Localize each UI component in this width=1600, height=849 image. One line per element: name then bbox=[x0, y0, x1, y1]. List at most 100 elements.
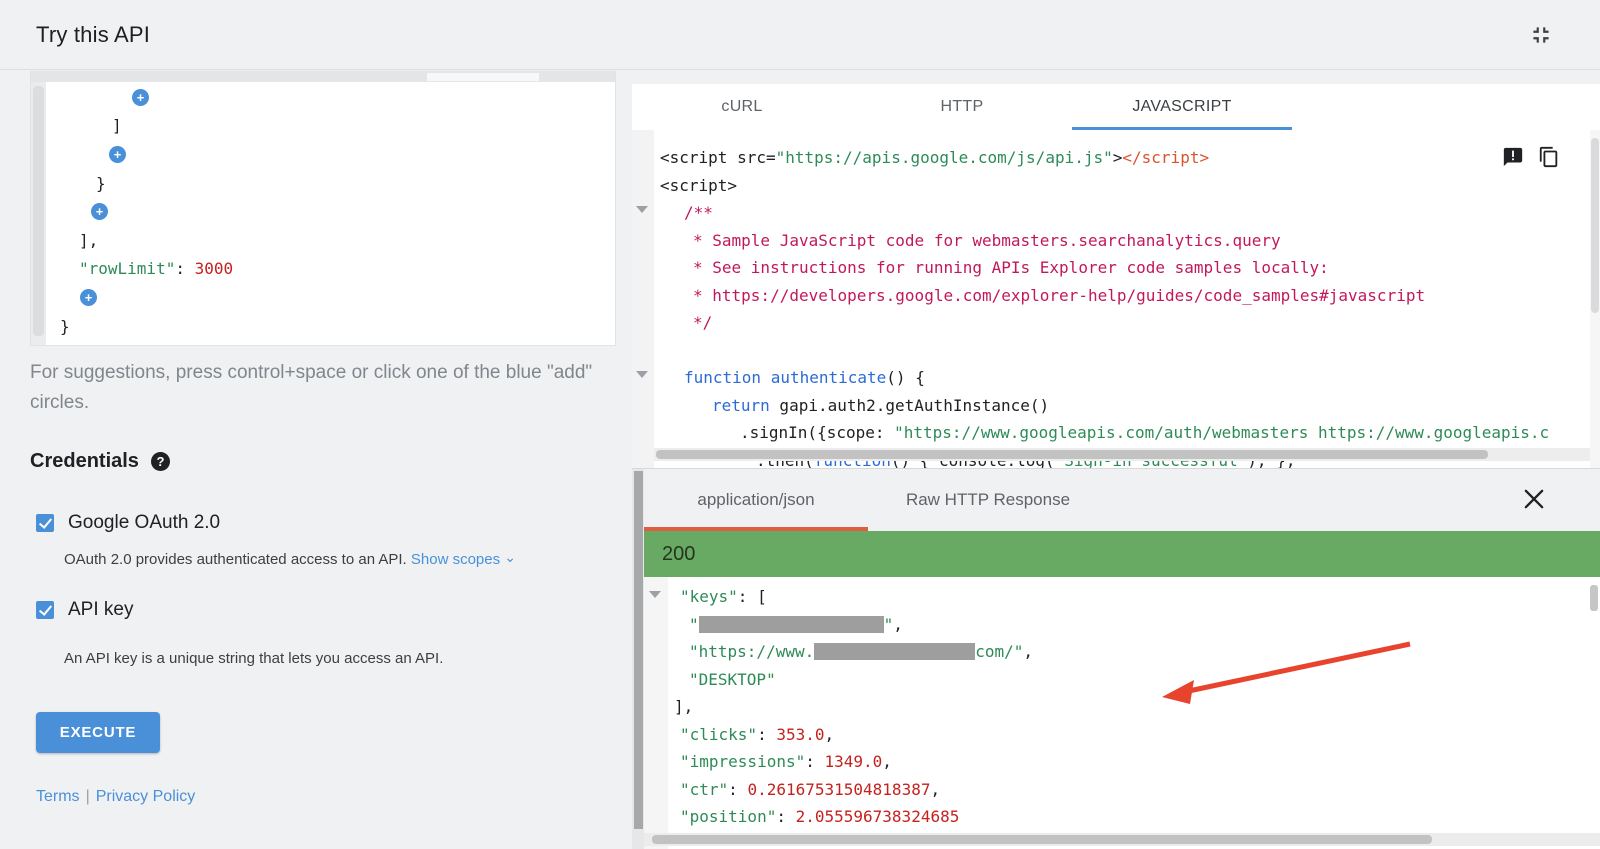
code-token: 0.26167531504818387 bbox=[747, 780, 930, 799]
code-sample-panel: <script src="https://apis.google.com/js/… bbox=[632, 130, 1600, 468]
editor-line: } bbox=[47, 169, 615, 198]
tab-http[interactable]: HTTP bbox=[852, 84, 1072, 130]
code-token: : bbox=[805, 752, 824, 771]
tab-raw-http-response[interactable]: Raw HTTP Response bbox=[868, 469, 1108, 530]
fold-triangle-icon[interactable] bbox=[636, 371, 648, 378]
tab-javascript[interactable]: JAVASCRIPT bbox=[1072, 84, 1292, 130]
code-line: return gapi.auth2.getAuthInstance() bbox=[660, 392, 1600, 420]
code-token: "DESKTOP" bbox=[689, 670, 776, 689]
response-body: "keys": ["","https://www.com/","DESKTOP"… bbox=[644, 577, 1600, 849]
response-left-scrollbar[interactable] bbox=[632, 469, 644, 849]
red-arrow-annotation bbox=[1152, 634, 1422, 714]
code-token: , bbox=[893, 615, 903, 634]
suggestions-hint-text: For suggestions, press control+space or … bbox=[30, 358, 600, 418]
feedback-icon[interactable] bbox=[1502, 146, 1524, 168]
response-line: " ", bbox=[644, 611, 1600, 639]
code-token: : [ bbox=[738, 587, 767, 606]
code-token: "ctr" bbox=[680, 780, 728, 799]
code-line: /** bbox=[660, 199, 1600, 227]
editor-line: ] bbox=[47, 112, 615, 141]
code-token: " bbox=[884, 615, 894, 634]
code-line bbox=[660, 337, 1600, 365]
collapse-panel-icon[interactable] bbox=[1528, 22, 1554, 48]
help-icon[interactable]: ? bbox=[151, 452, 170, 471]
code-token: * Sample JavaScript code for webmasters.… bbox=[693, 231, 1281, 250]
code-line: <script src="https://apis.google.com/js/… bbox=[660, 144, 1600, 172]
tab-application-json[interactable]: application/json bbox=[644, 469, 868, 530]
api-key-label: API key bbox=[68, 599, 133, 621]
api-key-checkbox[interactable] bbox=[36, 601, 54, 619]
code-token: : bbox=[728, 780, 747, 799]
response-line: "DESKTOP" bbox=[644, 666, 1600, 694]
code-token: 1349.0 bbox=[825, 752, 883, 771]
code-token: " bbox=[689, 615, 699, 634]
code-fold-gutter bbox=[632, 130, 654, 468]
oauth-label: Google OAuth 2.0 bbox=[68, 512, 220, 534]
code-line: function authenticate() { bbox=[660, 364, 1600, 392]
response-line: ], bbox=[644, 693, 1600, 721]
code-horizontal-scrollbar[interactable] bbox=[654, 448, 1600, 461]
code-token: () { bbox=[886, 368, 925, 387]
code-token: function bbox=[684, 368, 761, 387]
code-sample-tabbar: cURL HTTP JAVASCRIPT bbox=[632, 84, 1600, 130]
editor-line: "rowLimit": 3000 bbox=[47, 255, 615, 284]
code-token: authenticate bbox=[771, 368, 887, 387]
editor-horizontal-scrollbar[interactable] bbox=[31, 72, 615, 82]
privacy-policy-link[interactable]: Privacy Policy bbox=[96, 788, 196, 805]
add-circle-button[interactable]: + bbox=[91, 203, 108, 220]
response-vertical-scrollbar[interactable] bbox=[1590, 585, 1598, 611]
code-token: "https://www.googleapis.com/auth/webmast… bbox=[894, 423, 1549, 442]
editor-line: } bbox=[47, 312, 615, 341]
code-token: */ bbox=[693, 313, 712, 332]
response-line: "https://www.com/", bbox=[644, 638, 1600, 666]
code-line: */ bbox=[660, 309, 1600, 337]
editor-vertical-scrollbar[interactable] bbox=[31, 82, 46, 345]
add-circle-button[interactable]: + bbox=[109, 146, 126, 163]
code-token: * See instructions for running APIs Expl… bbox=[693, 258, 1329, 277]
code-line: * https://developers.google.com/explorer… bbox=[660, 282, 1600, 310]
code-token: .signIn({scope: bbox=[740, 423, 894, 442]
code-vertical-scrollbar[interactable] bbox=[1590, 130, 1600, 468]
code-token: : bbox=[757, 725, 776, 744]
oauth-credential-row: Google OAuth 2.0 bbox=[36, 512, 220, 534]
chevron-down-icon: ⌄ bbox=[504, 549, 516, 566]
code-token: "impressions" bbox=[680, 752, 805, 771]
code-token: : bbox=[175, 259, 194, 278]
tab-curl[interactable]: cURL bbox=[632, 84, 852, 130]
oauth-description: OAuth 2.0 provides authenticated access … bbox=[64, 551, 516, 568]
request-body-editor[interactable]: +]+}+],"rowLimit": 3000+} bbox=[30, 71, 616, 346]
editor-line: + bbox=[47, 283, 615, 312]
code-token: ] bbox=[112, 116, 122, 135]
execute-button[interactable]: EXECUTE bbox=[36, 712, 160, 753]
code-token: "position" bbox=[680, 807, 776, 826]
add-circle-button[interactable]: + bbox=[80, 289, 97, 306]
code-line: * See instructions for running APIs Expl… bbox=[660, 254, 1600, 282]
copy-icon[interactable] bbox=[1538, 146, 1560, 168]
code-token: return bbox=[712, 396, 770, 415]
close-icon[interactable] bbox=[1520, 485, 1548, 513]
status-code: 200 bbox=[662, 543, 695, 566]
oauth-checkbox[interactable] bbox=[36, 514, 54, 532]
code-token: , bbox=[1023, 642, 1033, 661]
code-token: </script> bbox=[1122, 148, 1209, 167]
response-horizontal-scrollbar[interactable] bbox=[644, 833, 1600, 846]
code-token: /** bbox=[684, 203, 713, 222]
try-this-api-header: Try this API bbox=[0, 0, 1600, 70]
response-panel: application/json Raw HTTP Response 200 "… bbox=[632, 468, 1600, 849]
response-line: "clicks": 353.0, bbox=[644, 721, 1600, 749]
api-key-credential-row: API key bbox=[36, 599, 133, 621]
terms-link[interactable]: Terms bbox=[36, 788, 80, 805]
add-circle-button[interactable]: + bbox=[132, 89, 149, 106]
code-token bbox=[761, 368, 771, 387]
api-key-description: An API key is a unique string that lets … bbox=[64, 650, 443, 667]
code-token: : bbox=[776, 807, 795, 826]
fold-triangle-icon[interactable] bbox=[636, 206, 648, 213]
editor-line: + bbox=[47, 197, 615, 226]
code-line: * Sample JavaScript code for webmasters.… bbox=[660, 227, 1600, 255]
code-line: .signIn({scope: "https://www.googleapis.… bbox=[660, 419, 1600, 447]
code-token: <script src= bbox=[660, 148, 776, 167]
code-token: ], bbox=[674, 697, 693, 716]
footer-links: Terms|Privacy Policy bbox=[36, 788, 195, 806]
show-scopes-link[interactable]: Show scopes bbox=[411, 551, 500, 568]
code-token: , bbox=[882, 752, 892, 771]
